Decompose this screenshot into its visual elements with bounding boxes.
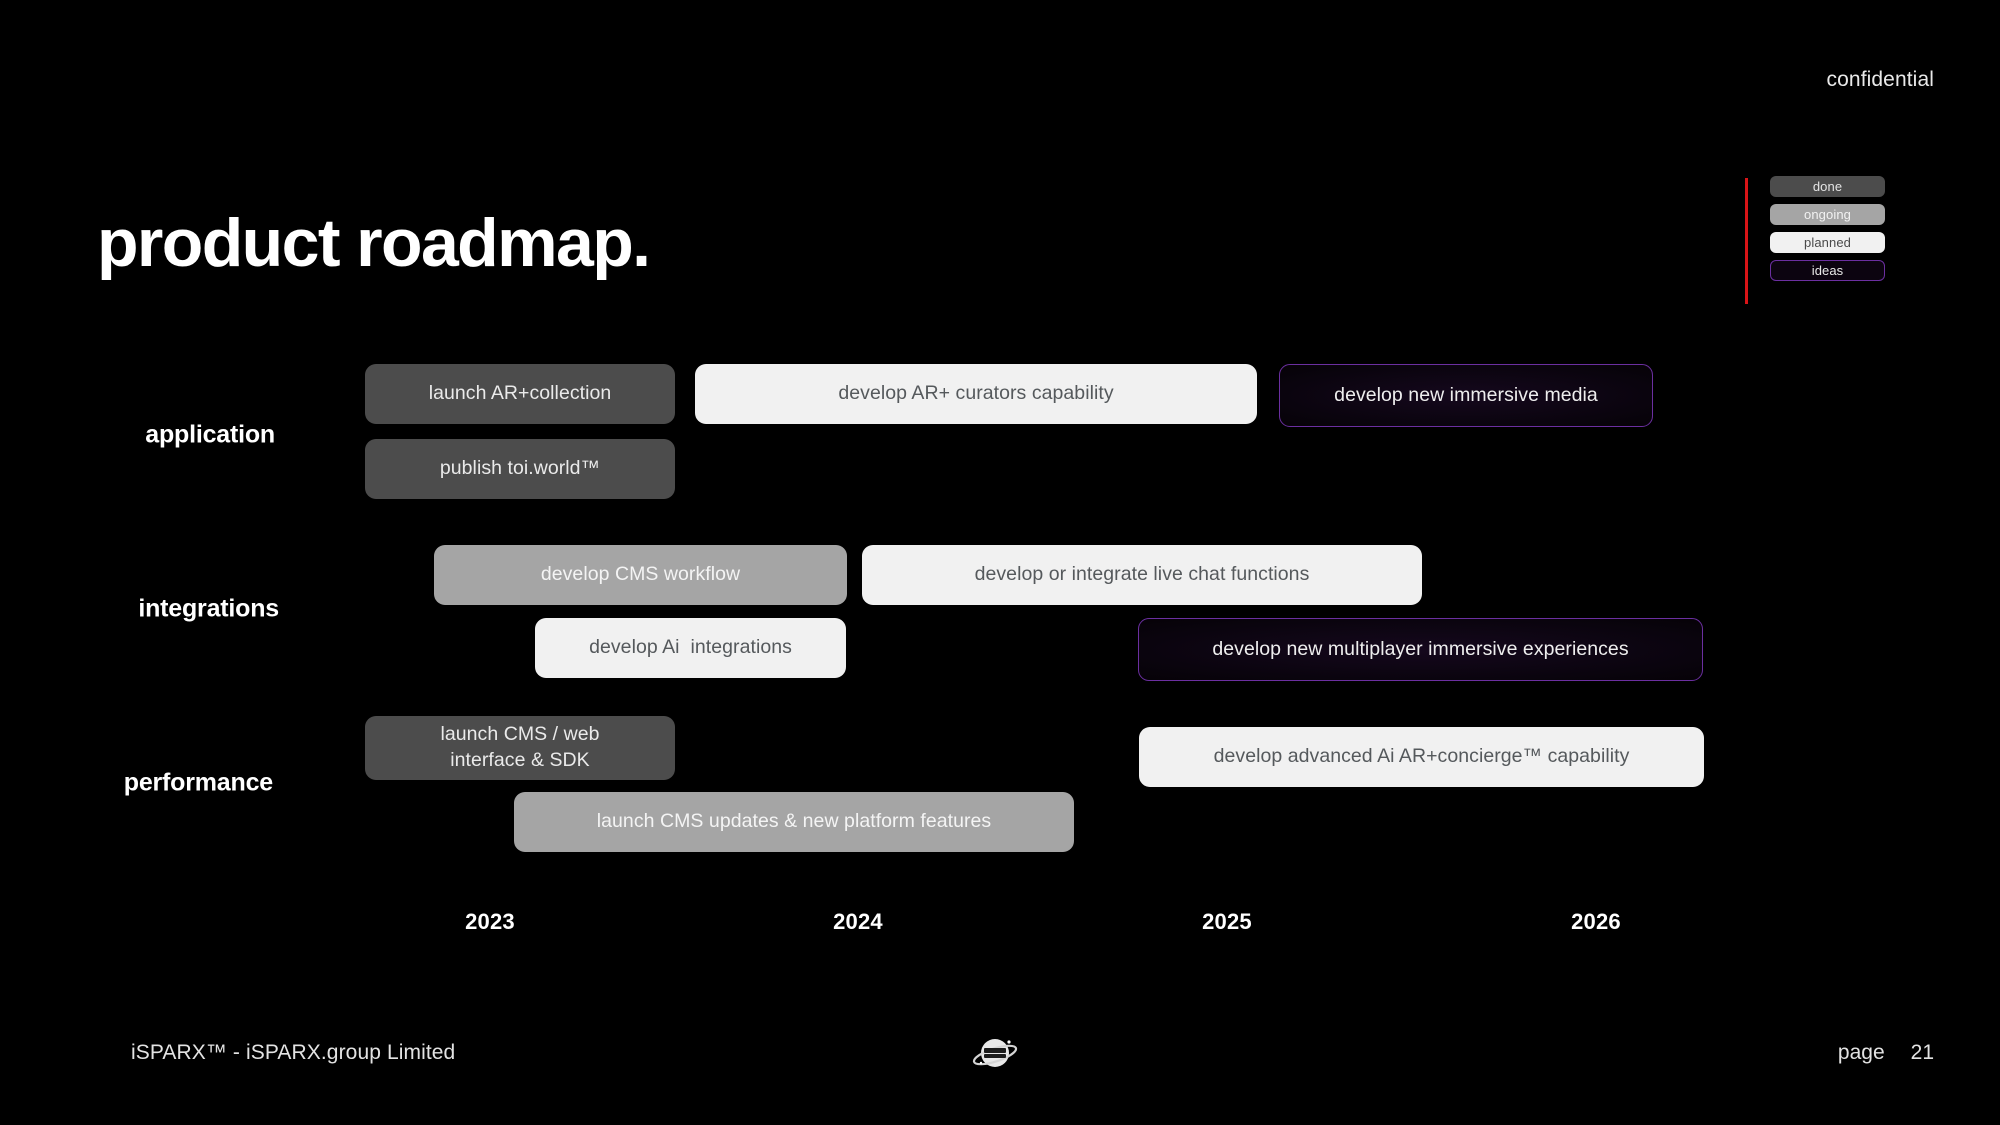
roadmap-bar[interactable]: launch AR+collection <box>365 364 675 424</box>
roadmap-bar[interactable]: develop new immersive media <box>1279 364 1653 427</box>
roadmap-bar[interactable]: develop Ai integrations <box>535 618 846 678</box>
roadmap-chart: application launch AR+collection develop A… <box>0 0 2000 1125</box>
roadmap-bar[interactable]: launch CMS updates & new platform featur… <box>514 792 1074 852</box>
roadmap-bar[interactable]: launch CMS / web interface & SDK <box>365 716 675 780</box>
footer-pagination: page 21 <box>1838 1041 1934 1065</box>
timeline-year-label: 2026 <box>1571 909 1621 934</box>
roadmap-row-label-integrations: integrations <box>138 594 279 623</box>
roadmap-bar[interactable]: develop advanced Ai AR+concierge™ capabi… <box>1139 727 1704 787</box>
roadmap-bar[interactable]: develop or integrate live chat functions <box>862 545 1422 605</box>
roadmap-bar[interactable]: publish toi.world™ <box>365 439 675 499</box>
page-number: 21 <box>1910 1041 1934 1064</box>
roadmap-bar[interactable]: develop AR+ curators capability <box>695 364 1257 424</box>
slide-root: confidential product roadmap. done ongoin… <box>0 0 2000 1125</box>
footer-company: iSPARX™ - iSPARX.group Limited <box>131 1041 456 1064</box>
roadmap-row-label-performance: performance <box>123 768 273 797</box>
timeline-year-label: 2025 <box>1202 909 1252 934</box>
roadmap-bar[interactable]: develop new multiplayer immersive experi… <box>1138 618 1703 681</box>
roadmap-row-label-application: application <box>145 420 275 449</box>
timeline-year-label: 2024 <box>833 909 883 934</box>
roadmap-bar[interactable]: develop CMS workflow <box>434 545 847 605</box>
page-label: page <box>1837 1041 1885 1064</box>
space-planet-logo-icon <box>972 1032 1018 1078</box>
timeline-year-label: 2023 <box>465 909 515 934</box>
